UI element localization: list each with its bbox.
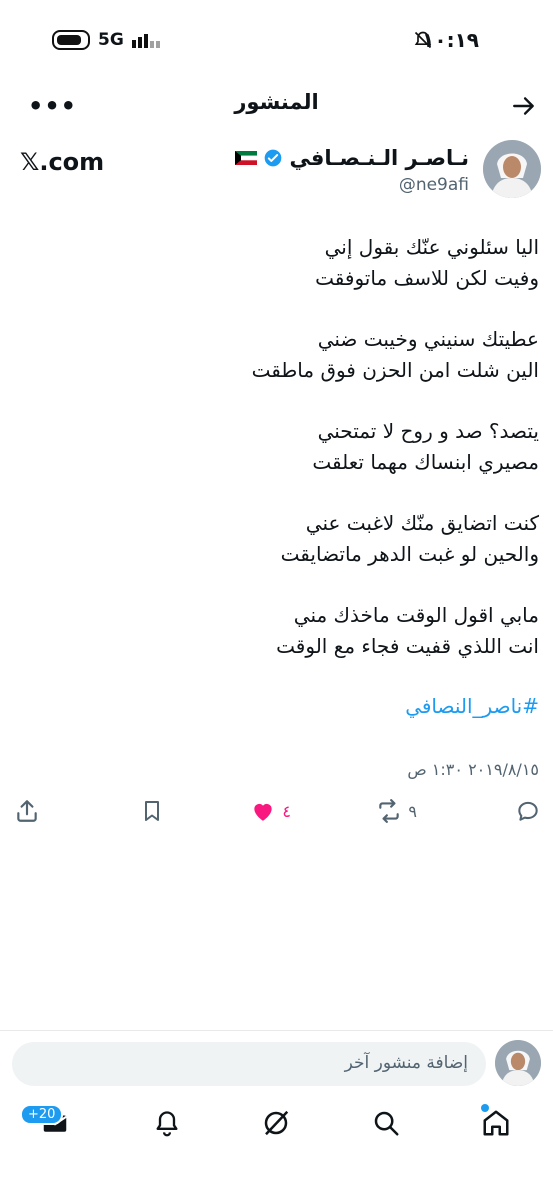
poem-line: وفيت لكن للاسف ماتوفقت [315,266,539,290]
heart-icon [254,803,273,821]
avatar[interactable] [483,140,541,198]
poem-line: كنت اتضايق منّك لاغبت عني [305,511,539,535]
source-label: 𝕏.com [20,148,105,176]
author-name[interactable]: نـاصـر الـنـصـافي [289,146,469,170]
author-handle[interactable]: @ne9afi [399,175,469,195]
kuwait-flag-icon [235,151,258,165]
poem-line: مصيري ابنساك مهما تعلقت [312,450,539,474]
post-text: اليا سئلوني عنّك بقول إني وفيت لكن للاسف… [19,232,539,692]
reply-icon [518,801,538,821]
poem-line: الين شلت امن الحزن فوق ماطقت [251,358,539,382]
network-label: 5G [98,30,124,50]
page-title: المنشور [234,90,319,114]
like-count: ٤ [282,801,291,821]
stanza: كنت اتضايق منّك لاغبت عني والحين لو غبت … [19,508,539,570]
poem-line: مابي اقول الوقت ماخذك مني [293,603,539,627]
hashtag-link[interactable]: #ناصر_النصافي [405,694,539,718]
home-dot [481,1104,489,1112]
like-button[interactable]: ٤ [250,798,291,824]
signal-icon [131,32,160,48]
post-timestamp[interactable]: ٢٠١٩/٨/١٥ ١:٣٠ ص [407,760,539,779]
grok-icon [264,1110,289,1136]
divider [0,1030,553,1031]
reply-button[interactable] [515,798,541,824]
status-time: ١٠:١٩ [422,28,479,52]
nav-notifications[interactable] [153,1108,181,1142]
messages-badge: +20 [20,1104,64,1125]
stanza: اليا سئلوني عنّك بقول إني وفيت لكن للاسف… [19,232,539,294]
author-name-row[interactable]: نـاصـر الـنـصـافي [235,146,469,170]
composer-avatar [495,1040,541,1086]
more-horizontal-icon[interactable]: ••• [28,92,77,120]
stanza: عطيتك سنيني وخيبت ضني الين شلت امن الحزن… [19,324,539,386]
search-icon [374,1111,399,1136]
share-icon [17,800,37,822]
compose-placeholder: إضافة منشور آخر [344,1053,468,1073]
stanza: مابي اقول الوقت ماخذك مني انت اللذي قفيت… [19,600,539,662]
compose-input[interactable]: إضافة منشور آخر [12,1042,486,1086]
home-icon [483,1110,509,1136]
bell-icon [156,1111,178,1137]
repost-button[interactable]: ٩ [376,798,417,824]
nav-search[interactable] [371,1108,401,1142]
poem-line: يتصد؟ صد و روح لا تمتحني [317,419,539,443]
bookmark-icon [145,801,159,821]
nav-grok[interactable] [261,1108,291,1142]
bookmark-button[interactable] [140,798,164,824]
stanza: يتصد؟ صد و روح لا تمتحني مصيري ابنساك مه… [19,416,539,478]
nav-home[interactable] [481,1104,511,1142]
share-button[interactable] [14,798,40,824]
poem-line: عطيتك سنيني وخيبت ضني [317,327,539,351]
verified-badge-icon [265,149,282,167]
poem-line: انت اللذي قفيت فجاء مع الوقت [276,634,539,658]
status-bar-left: 5G [52,30,160,50]
battery-icon [52,30,90,50]
poem-line: اليا سئلوني عنّك بقول إني [324,235,539,259]
poem-line: والحين لو غبت الدهر ماتضايقت [280,542,539,566]
repost-icon [379,799,400,823]
repost-count: ٩ [408,801,417,821]
